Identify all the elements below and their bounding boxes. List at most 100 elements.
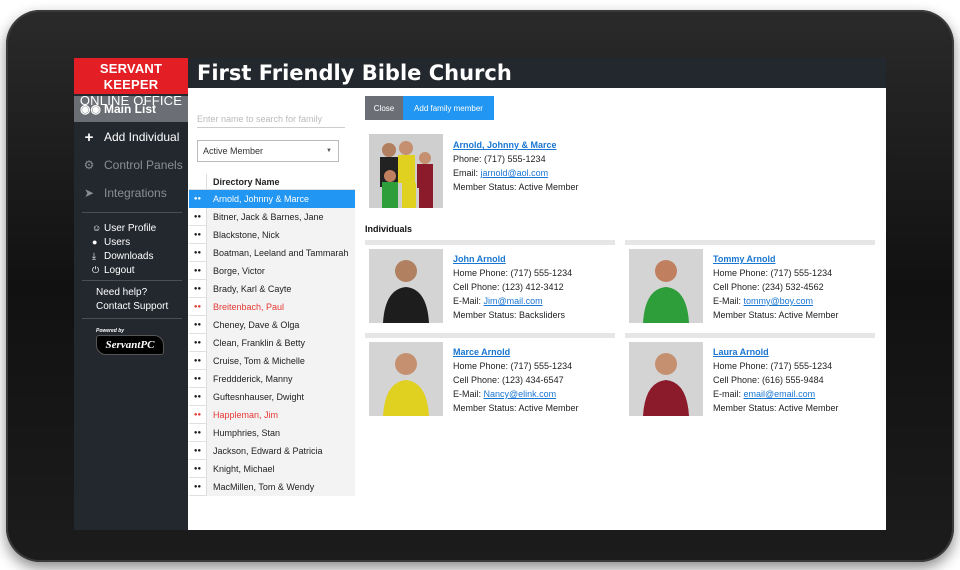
link-label: User Profile: [104, 223, 157, 234]
directory-name-cell: Happleman, Jim: [206, 405, 355, 424]
individual-photo: [369, 342, 443, 416]
sidebar-item-control-panels[interactable]: ⚙ Control Panels: [74, 152, 188, 178]
select-value: Active Member: [203, 146, 264, 156]
family-icon: ●●: [193, 267, 202, 274]
directory-name-cell: Clean, Franklin & Betty: [206, 333, 355, 352]
sidebar-downloads-link[interactable]: ⤓ Downloads: [92, 249, 153, 264]
family-icon: ●●: [193, 303, 202, 310]
contact-support-link[interactable]: Contact Support: [96, 300, 168, 314]
rocket-icon: ➤: [83, 186, 95, 200]
table-row[interactable]: ●● MacMillen, Tom & Wendy: [189, 477, 355, 496]
individuals-heading: Individuals: [365, 224, 413, 234]
table-row[interactable]: ●● Guftesnhauser, Dwight: [189, 387, 355, 406]
card-divider: [625, 240, 875, 245]
sidebar-divider: [82, 318, 182, 319]
table-row[interactable]: ●● Knight, Michael: [189, 459, 355, 478]
individual-info: Laura Arnold Home Phone: (717) 555-1234 Ce…: [713, 345, 839, 415]
table-row[interactable]: ●● Jackson, Edward & Patricia: [189, 441, 355, 460]
need-help-text: Need help?: [96, 287, 148, 298]
individual-info: Marce Arnold Home Phone: (717) 555-1234 Ce…: [453, 345, 579, 415]
email-line: E-Mail: Nancy@elink.com: [453, 387, 579, 401]
download-icon: ⤓: [92, 251, 96, 261]
family-icon: ●●: [193, 339, 202, 346]
table-row[interactable]: ●● Bitner, Jack & Barnes, Jane: [189, 207, 355, 226]
app-screen: First Friendly Bible Church SERVANT KEEP…: [74, 58, 886, 530]
cell-phone: Cell Phone: (616) 555-9484: [713, 375, 824, 385]
card-divider: [625, 333, 875, 338]
sidebar-logout-link[interactable]: ⏻ Logout: [92, 263, 135, 278]
power-icon: ⏻: [92, 265, 100, 275]
home-phone: Home Phone: (717) 555-1234: [713, 361, 833, 371]
user-icon: ☺: [92, 223, 102, 233]
sidebar-item-label: Add Individual: [104, 130, 180, 144]
app-logo[interactable]: SERVANT KEEPER ONLINE OFFICE: [74, 58, 188, 108]
family-photo: [369, 134, 443, 208]
email-link[interactable]: Nancy@elink.com: [484, 389, 557, 399]
table-row[interactable]: ●● Cruise, Tom & Michelle: [189, 351, 355, 370]
home-phone: Home Phone: (717) 555-1234: [713, 268, 833, 278]
individual-name-link[interactable]: Tommy Arnold: [713, 252, 839, 266]
directory-name-cell: Bitner, Jack & Barnes, Jane: [206, 207, 355, 226]
directory-name-cell: MacMillen, Tom & Wendy: [206, 477, 355, 496]
individual-name-link[interactable]: Laura Arnold: [713, 345, 839, 359]
sidebar-users-link[interactable]: ● Users: [92, 235, 130, 250]
family-phone: Phone: (717) 555-1234: [453, 154, 546, 164]
family-icon: ●●: [193, 429, 202, 436]
individual-name-link[interactable]: John Arnold: [453, 252, 572, 266]
individual-name-link[interactable]: Marce Arnold: [453, 345, 579, 359]
member-status-select[interactable]: Active Member ▼: [197, 140, 339, 162]
directory-name-cell: Borge, Victor: [206, 261, 355, 280]
column-header-directory-name[interactable]: Directory Name: [206, 174, 280, 189]
table-row[interactable]: ●● Boatman, Leeland and Tammarah: [189, 243, 355, 262]
directory-table: Directory Name ●● Arnold, Johnny & Marce ●…: [189, 174, 355, 496]
home-phone: Home Phone: (717) 555-1234: [453, 268, 573, 278]
gears-icon: ⚙: [83, 158, 95, 172]
table-row[interactable]: ●● Arnold, Johnny & Marce: [189, 189, 355, 208]
table-row[interactable]: ●● Freddderick, Manny: [189, 369, 355, 388]
family-icon: ●●: [193, 321, 202, 328]
directory-name-cell: Cheney, Dave & Olga: [206, 315, 355, 334]
family-search-input[interactable]: [197, 110, 345, 128]
table-row[interactable]: ●● Cheney, Dave & Olga: [189, 315, 355, 334]
table-row[interactable]: ●● Borge, Victor: [189, 261, 355, 280]
family-icon: ●●: [193, 285, 202, 292]
family-icon: ●●: [193, 393, 202, 400]
sidebar: ◉◉ Main List + Add Individual ⚙ Control …: [74, 88, 188, 530]
table-row[interactable]: ●● Blackstone, Nick: [189, 225, 355, 244]
servantpc-logo: ServantPC: [96, 335, 164, 355]
email-label: E-Mail:: [453, 389, 484, 399]
sidebar-item-add-individual[interactable]: + Add Individual: [74, 124, 188, 150]
email-link[interactable]: email@email.com: [744, 389, 816, 399]
sidebar-item-integrations[interactable]: ➤ Integrations: [74, 180, 188, 206]
email-link[interactable]: tommy@boy.com: [744, 296, 813, 306]
individual-info: Tommy Arnold Home Phone: (717) 555-1234 Ce…: [713, 252, 839, 322]
family-icon: ●●: [193, 375, 202, 382]
family-email-link[interactable]: jarnold@aol.com: [481, 168, 549, 178]
email-line: E-mail: email@email.com: [713, 387, 839, 401]
table-row[interactable]: ●● Humphries, Stan: [189, 423, 355, 442]
family-icon: ●●: [193, 411, 202, 418]
individual-photo: [369, 249, 443, 323]
table-row[interactable]: ●● Happleman, Jim: [189, 405, 355, 424]
users-icon: ●: [92, 237, 98, 247]
cell-phone: Cell Phone: (123) 412-3412: [453, 282, 564, 292]
link-label: Users: [104, 237, 131, 248]
directory-table-header: Directory Name: [189, 174, 355, 190]
home-phone: Home Phone: (717) 555-1234: [453, 361, 573, 371]
table-row[interactable]: ●● Brady, Karl & Cayte: [189, 279, 355, 298]
add-family-member-button[interactable]: Add family member: [403, 96, 494, 120]
email-link[interactable]: Jim@mail.com: [484, 296, 543, 306]
close-button[interactable]: Close: [365, 96, 403, 120]
sidebar-user-profile-link[interactable]: ☺ User Profile: [92, 221, 156, 236]
directory-name-cell: Arnold, Johnny & Marce: [206, 189, 355, 208]
directory-name-cell: Jackson, Edward & Patricia: [206, 441, 355, 460]
logo-line1: SERVANT KEEPER: [99, 61, 163, 92]
email-line: E-Mail: tommy@boy.com: [713, 294, 839, 308]
cell-phone: Cell Phone: (123) 434-6547: [453, 375, 564, 385]
top-bar: First Friendly Bible Church: [74, 58, 886, 88]
table-row[interactable]: ●● Clean, Franklin & Betty: [189, 333, 355, 352]
sidebar-divider: [82, 280, 182, 281]
table-row[interactable]: ●● Breitenbach, Paul: [189, 297, 355, 316]
family-name-link[interactable]: Arnold, Johnny & Marce: [453, 138, 579, 152]
card-divider: [365, 240, 615, 245]
